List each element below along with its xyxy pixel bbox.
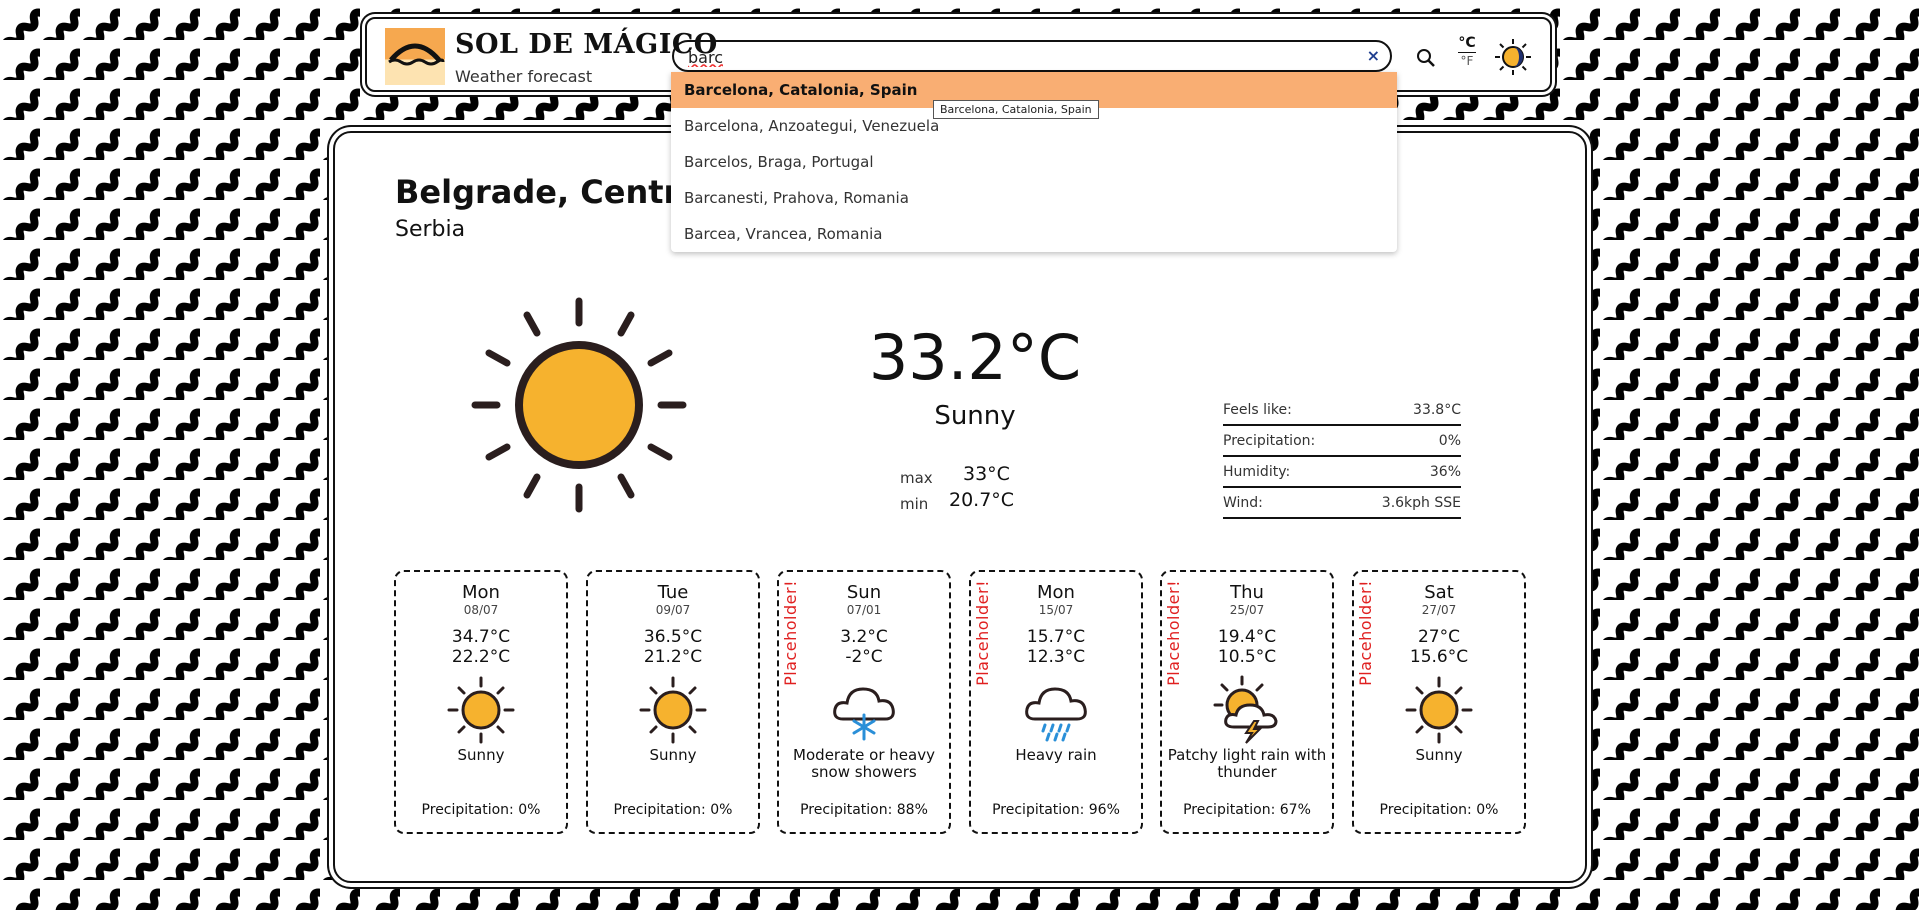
max-label: max — [900, 469, 933, 487]
clear-search-button[interactable]: × — [1367, 46, 1380, 65]
search-input[interactable] — [686, 45, 1330, 69]
search-icon[interactable] — [1415, 47, 1437, 69]
sun-icon — [1404, 675, 1474, 745]
suggestion-tooltip: Barcelona, Catalonia, Spain — [933, 100, 1099, 119]
country-name: Serbia — [395, 217, 466, 242]
unit-toggle-button[interactable]: °C °F — [1449, 35, 1485, 79]
snow-cloud-icon — [829, 675, 899, 745]
forecast-day-card: Mon 08/07 34.7°C 22.2°C Sunny Precipitat… — [394, 570, 568, 834]
search-suggestions-dropdown: Barcelona, Catalonia, Spain Barcelona, A… — [671, 72, 1397, 252]
current-temperature: 33.2°C — [868, 321, 1082, 394]
sun-icon — [638, 675, 708, 745]
suggestion-item[interactable]: Barcanesti, Prahova, Romania — [671, 180, 1397, 216]
rain-cloud-icon — [1021, 675, 1091, 745]
forecast-day-card: Placeholder! Sun 07/01 3.2°C -2°C Modera… — [777, 570, 951, 834]
thunder-icon — [1212, 675, 1282, 745]
detail-row-wind: Wind: 3.6kph SSE — [1223, 490, 1461, 519]
sun-icon — [446, 675, 516, 745]
sun-icon — [467, 293, 691, 517]
forecast-day-card: Tue 09/07 36.5°C 21.2°C Sunny Precipitat… — [586, 570, 760, 834]
suggestion-item[interactable]: Barcelos, Braga, Portugal — [671, 144, 1397, 180]
min-label: min — [900, 495, 929, 513]
sunset-logo-icon — [385, 28, 445, 85]
placeholder-label: Placeholder! — [1356, 580, 1375, 686]
theme-toggle-icon[interactable] — [1493, 37, 1533, 77]
forecast-day-card: Placeholder! Thu 25/07 19.4°C 10.5°C Pat… — [1160, 570, 1334, 834]
celsius-label: °C — [1458, 35, 1476, 51]
detail-row-precipitation: Precipitation: 0% — [1223, 428, 1461, 457]
detail-row-humidity: Humidity: 36% — [1223, 459, 1461, 488]
forecast-day-card: Placeholder! Sat 27/07 27°C 15.6°C Sunny… — [1352, 570, 1526, 834]
brand-subtitle: Weather forecast — [455, 67, 593, 86]
search-box: × — [672, 40, 1392, 72]
forecast-day-card: Placeholder! Mon 15/07 15.7°C 12.3°C Hea… — [969, 570, 1143, 834]
details-table: Feels like: 33.8°C Precipitation: 0% Humid… — [1223, 397, 1461, 521]
min-temperature: 20.7°C — [949, 489, 1015, 511]
placeholder-label: Placeholder! — [973, 580, 992, 686]
placeholder-label: Placeholder! — [1164, 580, 1183, 686]
current-condition: Sunny — [934, 401, 1016, 431]
suggestion-item[interactable]: Barcea, Vrancea, Romania — [671, 216, 1397, 252]
max-temperature: 33°C — [963, 463, 1010, 485]
placeholder-label: Placeholder! — [781, 580, 800, 686]
detail-row-feels-like: Feels like: 33.8°C — [1223, 397, 1461, 426]
fahrenheit-label: °F — [1460, 54, 1474, 68]
